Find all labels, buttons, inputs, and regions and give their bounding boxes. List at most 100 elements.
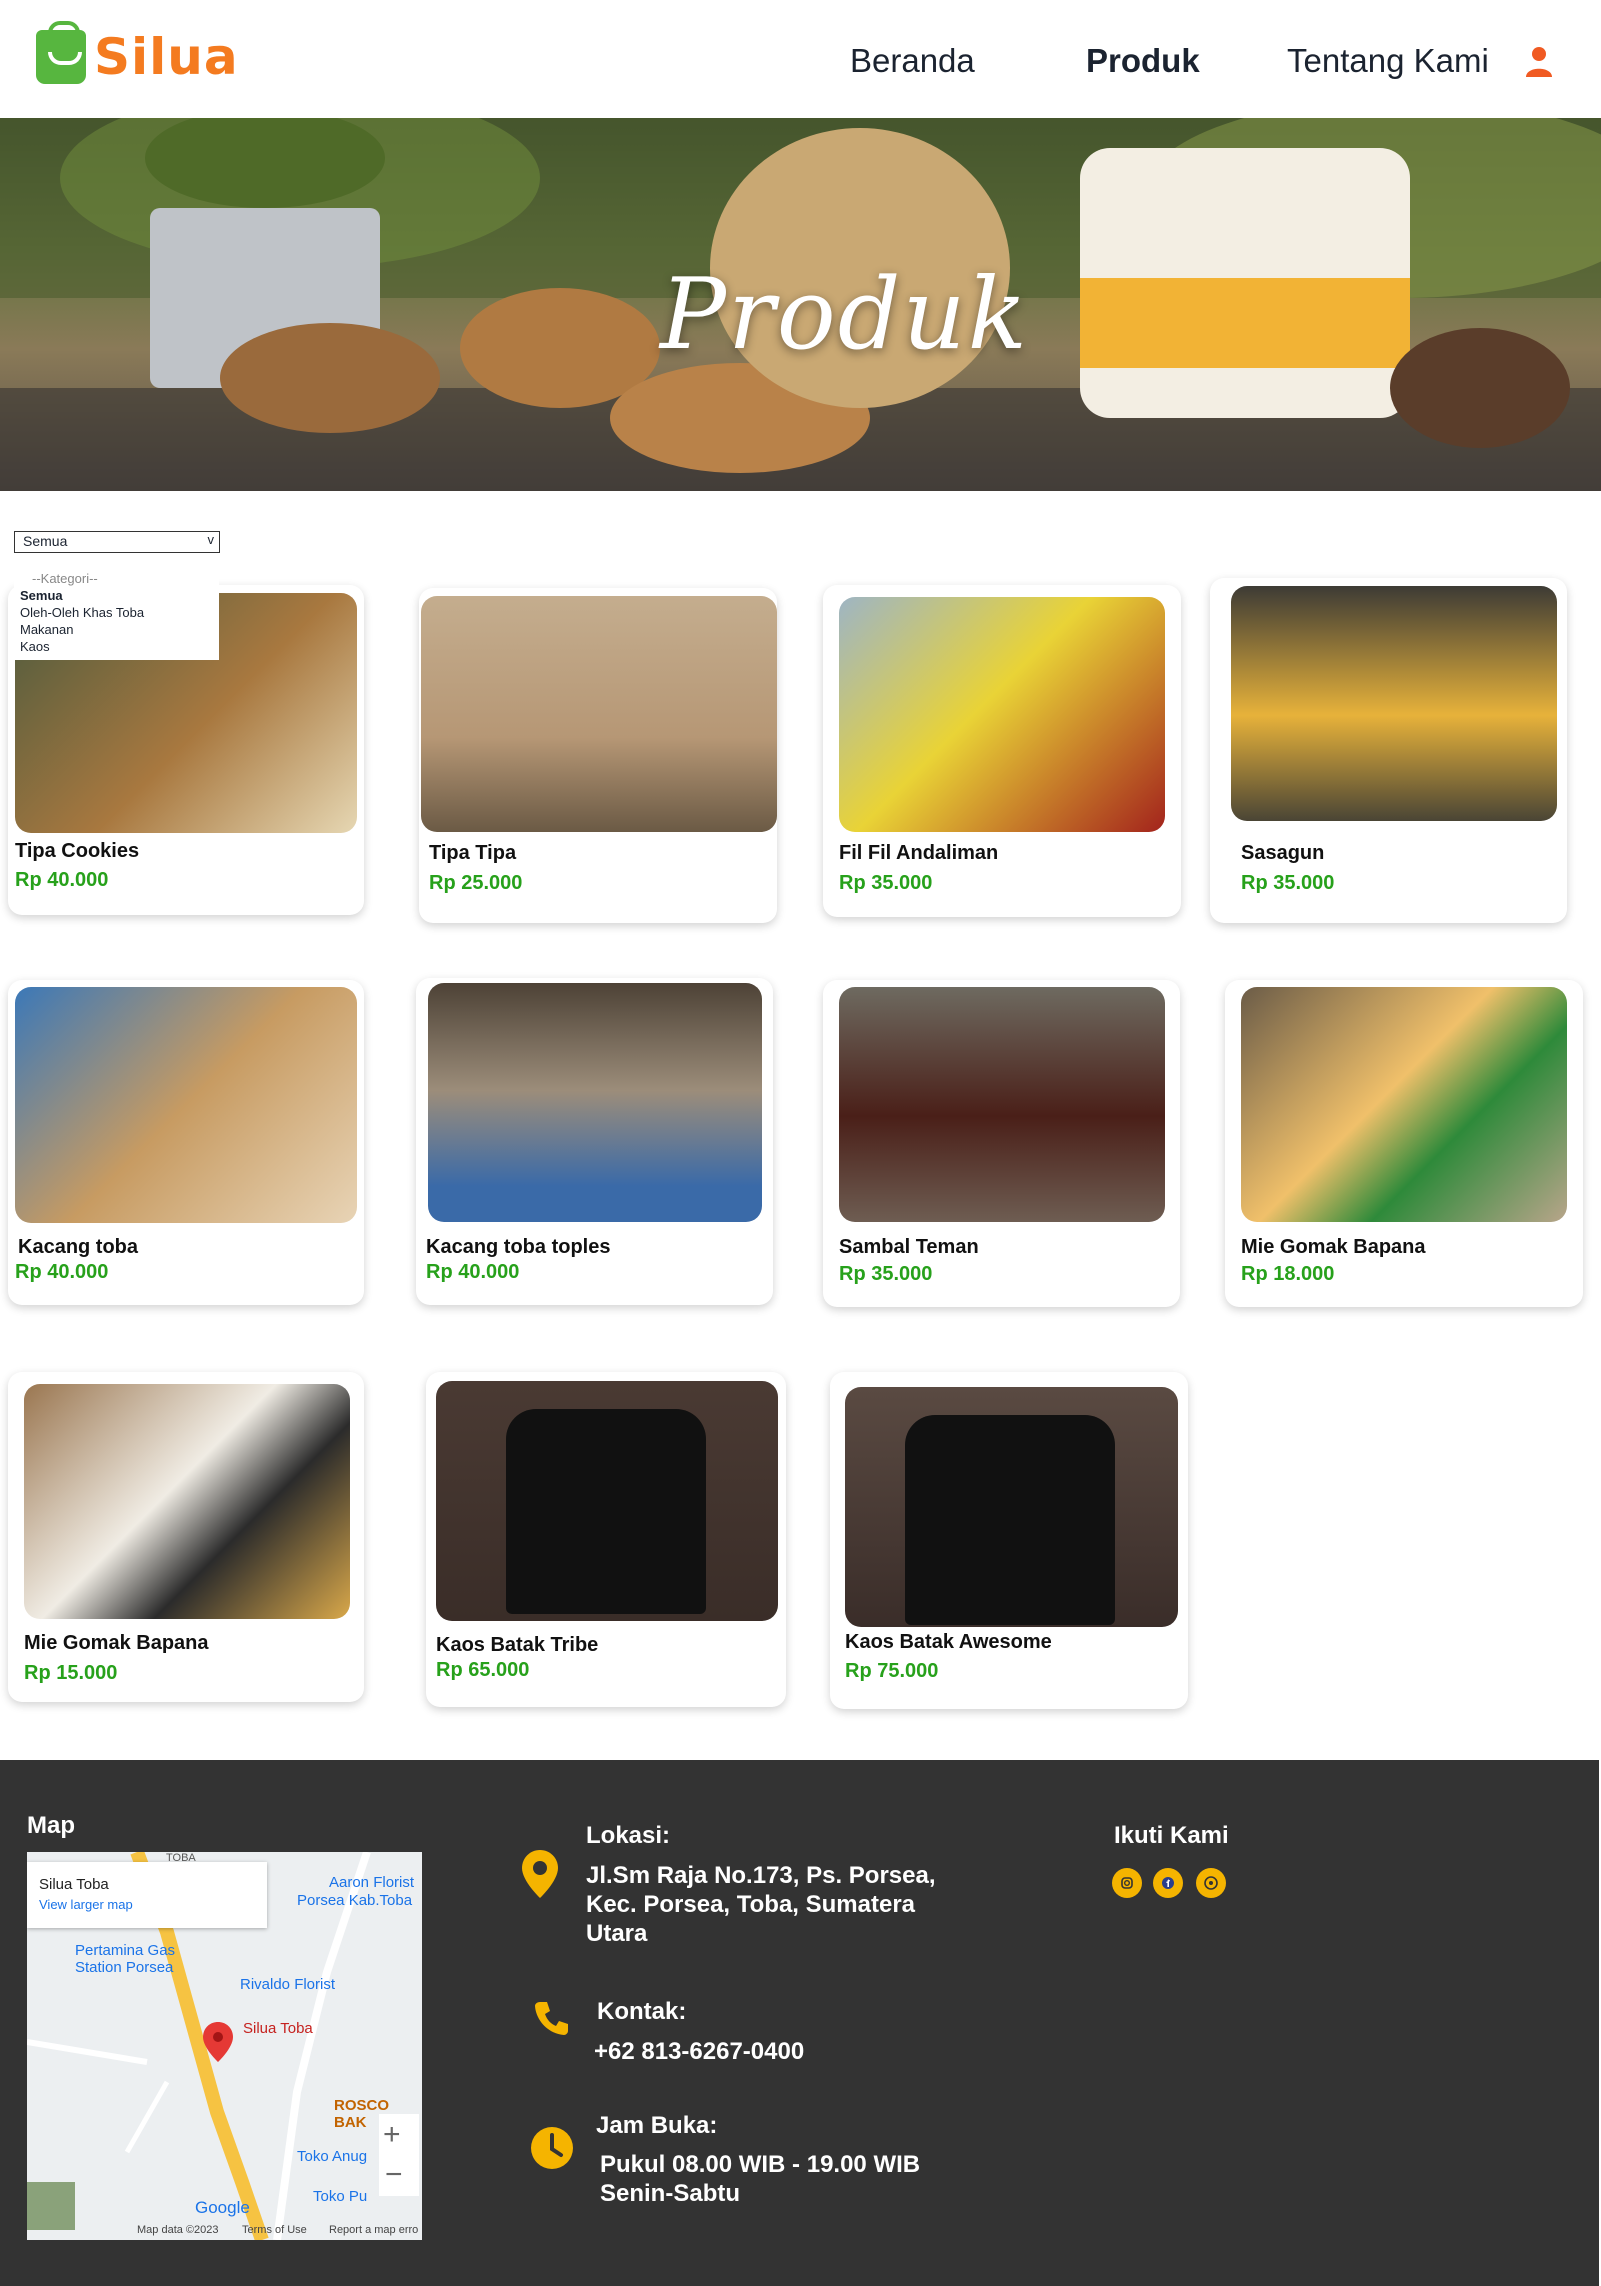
product-card[interactable]: Kaos Batak Tribe Rp 65.000: [426, 1372, 786, 1707]
jam-line: Senin-Sabtu: [600, 2180, 741, 2207]
product-card[interactable]: Mie Gomak Bapana Rp 15.000: [8, 1372, 364, 1702]
ikuti-heading: Ikuti Kami: [1114, 1822, 1229, 1849]
lokasi-line: Kec. Porsea, Toba, Sumatera: [586, 1891, 916, 1918]
map-data-credit: Map data ©2023: [137, 2224, 219, 2236]
product-name: Kaos Batak Tribe: [436, 1634, 599, 1656]
category-option[interactable]: --Kategori--: [20, 570, 213, 587]
chevron-down-icon: v: [207, 532, 215, 547]
product-image: [428, 983, 762, 1222]
product-name: Mie Gomak Bapana: [24, 1632, 209, 1654]
category-option[interactable]: Makanan: [20, 621, 213, 638]
map-label: Pertamina Gas: [75, 1942, 176, 1959]
map-pin-icon[interactable]: [203, 2022, 233, 2062]
jam-line: Pukul 08.00 WIB - 19.00 WIB: [600, 2151, 921, 2178]
product-card[interactable]: Mie Gomak Bapana Rp 18.000: [1225, 980, 1583, 1307]
product-image: [15, 987, 357, 1223]
facebook-icon[interactable]: [1153, 1868, 1183, 1898]
product-price: Rp 40.000: [15, 1261, 109, 1283]
kontak-phone[interactable]: +62 813-6267-0400: [594, 2037, 804, 2066]
category-select[interactable]: Semua v: [14, 531, 220, 553]
whatsapp-icon[interactable]: [1196, 1868, 1226, 1898]
product-card[interactable]: Fil Fil Andaliman Rp 35.000: [823, 585, 1181, 917]
zoom-out-button[interactable]: −: [385, 2160, 403, 2190]
product-image: [24, 1384, 350, 1619]
product-name: Sambal Teman: [839, 1236, 979, 1258]
map-info-card: Silua Toba View larger map: [27, 1862, 267, 1928]
category-select-value: Semua: [23, 533, 68, 549]
product-image: [436, 1381, 778, 1621]
terms-link[interactable]: Terms of Use: [242, 2224, 307, 2236]
kontak-heading: Kontak:: [597, 1998, 687, 2025]
product-image: [1231, 586, 1557, 821]
tshirt-graphic: [506, 1409, 706, 1614]
map-label: TOBA: [166, 1852, 196, 1864]
category-dropdown: --Kategori-- Semua Oleh-Oleh Khas Toba M…: [14, 568, 219, 660]
google-logo: Google: [195, 2198, 250, 2217]
product-name: Kacang toba toples: [426, 1236, 611, 1258]
product-image: [839, 597, 1165, 832]
product-image: [845, 1387, 1178, 1627]
hero-title: Produk: [660, 258, 1030, 372]
product-price: Rp 40.000: [15, 869, 109, 891]
product-card[interactable]: Kacang toba Rp 40.000: [8, 980, 364, 1305]
category-option[interactable]: Semua: [20, 587, 213, 604]
lokasi-heading: Lokasi:: [586, 1822, 671, 1849]
site-footer: Map Silua Toba View larger map Aaron Flo…: [0, 1760, 1599, 2286]
product-name: Kaos Batak Awesome: [845, 1631, 1052, 1653]
product-price: Rp 35.000: [839, 1263, 933, 1285]
map-label: Rivaldo Florist: [240, 1976, 336, 1993]
product-card[interactable]: Sasagun Rp 35.000: [1210, 578, 1567, 923]
logo-text: Silua: [94, 28, 239, 86]
product-price: Rp 40.000: [426, 1261, 520, 1283]
lokasi-line: Utara: [586, 1920, 648, 1947]
clock-icon: [531, 2127, 573, 2169]
product-card[interactable]: Kacang toba toples Rp 40.000: [416, 978, 773, 1305]
logo[interactable]: Silua: [36, 21, 239, 86]
map-label: Station Porsea: [75, 1959, 174, 1976]
product-price: Rp 25.000: [429, 872, 523, 894]
product-image: [421, 596, 777, 832]
product-card[interactable]: Sambal Teman Rp 35.000: [823, 980, 1180, 1307]
site-header: Silua Beranda Produk Tentang Kami: [0, 0, 1601, 118]
map-label: Toko Anug: [297, 2148, 368, 2165]
category-option[interactable]: Oleh-Oleh Khas Toba: [20, 604, 213, 621]
location-pin-icon: [522, 1850, 558, 1898]
map-label: Aaron Florist: [329, 1874, 415, 1891]
product-name: Mie Gomak Bapana: [1241, 1236, 1426, 1258]
google-map[interactable]: Silua Toba View larger map Aaron Florist…: [27, 1852, 422, 2240]
product-name: Fil Fil Andaliman: [839, 842, 999, 864]
product-name: Sasagun: [1241, 842, 1325, 864]
shopping-bag-icon: [36, 21, 86, 84]
product-price: Rp 75.000: [845, 1660, 939, 1682]
product-card[interactable]: Kaos Batak Awesome Rp 75.000: [830, 1372, 1188, 1709]
user-icon[interactable]: [1524, 46, 1554, 78]
product-image: [1241, 987, 1567, 1222]
lokasi-line: Jl.Sm Raja No.173, Ps. Porsea,: [586, 1862, 936, 1889]
nav-beranda[interactable]: Beranda: [850, 42, 975, 80]
hero-banner: Produk: [0, 118, 1601, 491]
report-map-error-link[interactable]: Report a map erro: [329, 2224, 418, 2236]
map-label: ROSCO BAK: [334, 2097, 390, 2131]
map-label: Silua Toba: [243, 2020, 313, 2037]
product-price: Rp 35.000: [1241, 872, 1335, 894]
nav-produk[interactable]: Produk: [1086, 42, 1200, 80]
product-name: Tipa Cookies: [15, 840, 140, 862]
product-name: Kacang toba: [18, 1236, 139, 1258]
map-label: Porsea Kab.Toba: [297, 1892, 413, 1909]
map-label: Toko Pu: [313, 2188, 368, 2205]
jam-heading: Jam Buka:: [596, 2112, 718, 2139]
product-card[interactable]: Tipa Tipa Rp 25.000: [419, 588, 777, 923]
instagram-icon[interactable]: [1112, 1868, 1142, 1898]
map-heading: Map: [27, 1812, 75, 1839]
product-price: Rp 35.000: [839, 872, 933, 894]
product-price: Rp 18.000: [1241, 1263, 1335, 1285]
product-price: Rp 65.000: [436, 1659, 530, 1681]
nav-tentang-kami[interactable]: Tentang Kami: [1287, 42, 1489, 80]
view-larger-map-link[interactable]: View larger map: [39, 1897, 255, 1912]
zoom-in-button[interactable]: +: [383, 2120, 401, 2150]
map-place-name: Silua Toba: [39, 1876, 109, 1893]
tshirt-graphic: [905, 1415, 1115, 1625]
category-option[interactable]: Kaos: [20, 638, 213, 655]
product-price: Rp 15.000: [24, 1662, 118, 1684]
product-name: Tipa Tipa: [429, 842, 517, 864]
